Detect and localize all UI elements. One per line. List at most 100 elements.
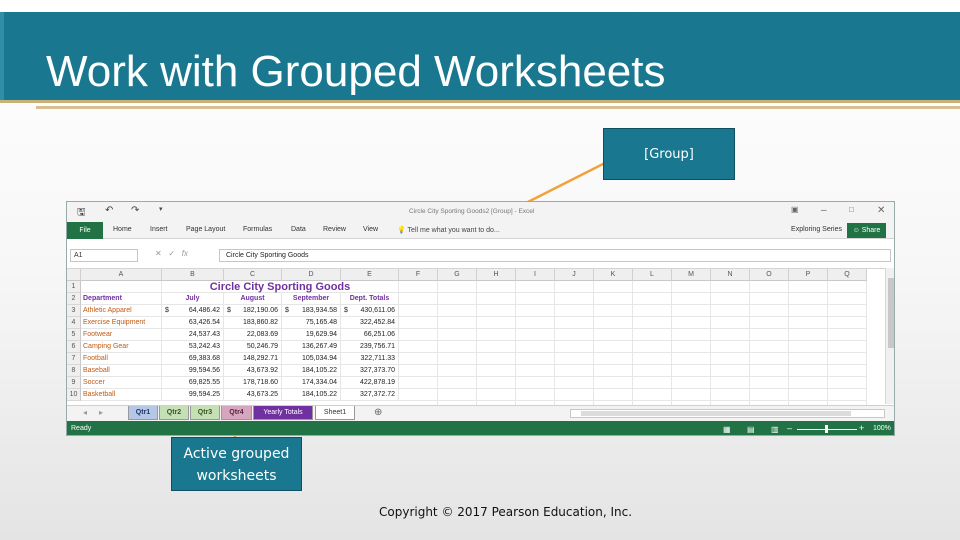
column-header[interactable]: O xyxy=(750,269,789,281)
empty-cell[interactable] xyxy=(516,341,555,353)
value-cell[interactable]: 105,034.94 xyxy=(282,353,341,365)
row-header[interactable]: 2 xyxy=(67,293,81,305)
empty-cell[interactable] xyxy=(555,317,594,329)
empty-cell[interactable] xyxy=(711,365,750,377)
row-header[interactable]: 10 xyxy=(67,389,81,401)
cell[interactable] xyxy=(81,281,162,293)
ribbon-options-icon[interactable]: ▣ xyxy=(791,205,799,214)
value-cell[interactable]: 99,594.25 xyxy=(162,389,224,401)
zoom-out-icon[interactable]: – xyxy=(787,423,792,433)
empty-cell[interactable] xyxy=(516,377,555,389)
empty-cell[interactable] xyxy=(555,341,594,353)
empty-cell[interactable] xyxy=(594,281,633,293)
empty-cell[interactable] xyxy=(594,317,633,329)
empty-cell[interactable] xyxy=(750,389,789,401)
empty-cell[interactable] xyxy=(750,293,789,305)
vertical-scroll-thumb[interactable] xyxy=(888,278,894,348)
empty-cell[interactable] xyxy=(750,341,789,353)
empty-cell[interactable] xyxy=(555,329,594,341)
department-cell[interactable]: Camping Gear xyxy=(81,341,162,353)
empty-cell[interactable] xyxy=(399,365,438,377)
value-cell[interactable]: 184,105.22 xyxy=(282,389,341,401)
empty-cell[interactable] xyxy=(750,281,789,293)
empty-cell[interactable] xyxy=(477,305,516,317)
value-cell[interactable]: 22,083.69 xyxy=(224,329,282,341)
column-header[interactable]: G xyxy=(438,269,477,281)
value-cell[interactable]: 327,372.72 xyxy=(341,389,399,401)
empty-cell[interactable] xyxy=(399,293,438,305)
sheet-tab[interactable]: Yearly Totals xyxy=(253,406,313,420)
empty-cell[interactable] xyxy=(399,389,438,401)
empty-cell[interactable] xyxy=(672,293,711,305)
column-heading-cell[interactable]: Department xyxy=(81,293,162,305)
tab-insert[interactable]: Insert xyxy=(150,226,168,233)
sheet-tab[interactable]: Qtr2 xyxy=(159,406,189,420)
horizontal-scrollbar[interactable] xyxy=(570,409,885,418)
enter-icon[interactable]: ✓ xyxy=(168,249,175,258)
empty-cell[interactable] xyxy=(633,365,672,377)
column-header[interactable]: D xyxy=(282,269,341,281)
empty-cell[interactable] xyxy=(633,293,672,305)
value-cell[interactable]: $183,934.58 xyxy=(282,305,341,317)
column-header[interactable]: Q xyxy=(828,269,867,281)
value-cell[interactable]: 75,165.48 xyxy=(282,317,341,329)
empty-cell[interactable] xyxy=(750,353,789,365)
tab-home[interactable]: Home xyxy=(113,226,132,233)
empty-cell[interactable] xyxy=(672,281,711,293)
empty-cell[interactable] xyxy=(477,293,516,305)
empty-cell[interactable] xyxy=(594,377,633,389)
empty-cell[interactable] xyxy=(672,341,711,353)
empty-cell[interactable] xyxy=(750,377,789,389)
column-header[interactable]: J xyxy=(555,269,594,281)
empty-cell[interactable] xyxy=(789,353,828,365)
empty-cell[interactable] xyxy=(399,377,438,389)
empty-cell[interactable] xyxy=(633,389,672,401)
empty-cell[interactable] xyxy=(672,365,711,377)
empty-cell[interactable] xyxy=(633,305,672,317)
prev-sheet-icon[interactable]: ◂ xyxy=(83,408,87,417)
value-cell[interactable]: $64,486.42 xyxy=(162,305,224,317)
empty-cell[interactable] xyxy=(516,281,555,293)
empty-cell[interactable] xyxy=(711,281,750,293)
empty-cell[interactable] xyxy=(828,365,867,377)
tab-review[interactable]: Review xyxy=(323,226,346,233)
empty-cell[interactable] xyxy=(789,377,828,389)
value-cell[interactable]: 53,242.43 xyxy=(162,341,224,353)
empty-cell[interactable] xyxy=(711,329,750,341)
empty-cell[interactable] xyxy=(555,353,594,365)
value-cell[interactable]: 239,756.71 xyxy=(341,341,399,353)
tell-me-box[interactable]: 💡 Tell me what you want to do... xyxy=(397,226,500,234)
empty-cell[interactable] xyxy=(477,389,516,401)
value-cell[interactable]: 136,267.49 xyxy=(282,341,341,353)
empty-cell[interactable] xyxy=(438,353,477,365)
cancel-icon[interactable]: ✕ xyxy=(155,249,162,258)
empty-cell[interactable] xyxy=(516,305,555,317)
empty-cell[interactable] xyxy=(633,341,672,353)
row-header[interactable]: 5 xyxy=(67,329,81,341)
department-cell[interactable]: Football xyxy=(81,353,162,365)
column-header[interactable]: I xyxy=(516,269,555,281)
value-cell[interactable]: 43,673.92 xyxy=(224,365,282,377)
empty-cell[interactable] xyxy=(438,329,477,341)
value-cell[interactable]: 69,383.68 xyxy=(162,353,224,365)
empty-cell[interactable] xyxy=(672,353,711,365)
column-header[interactable]: P xyxy=(789,269,828,281)
empty-cell[interactable] xyxy=(477,281,516,293)
value-cell[interactable]: $430,611.06 xyxy=(341,305,399,317)
vertical-scrollbar[interactable] xyxy=(885,268,894,404)
column-header[interactable]: A xyxy=(81,269,162,281)
empty-cell[interactable] xyxy=(633,377,672,389)
empty-cell[interactable] xyxy=(672,389,711,401)
tab-formulas[interactable]: Formulas xyxy=(243,226,272,233)
row-header[interactable]: 8 xyxy=(67,365,81,377)
empty-cell[interactable] xyxy=(516,389,555,401)
empty-cell[interactable] xyxy=(516,353,555,365)
empty-cell[interactable] xyxy=(555,293,594,305)
empty-cell[interactable] xyxy=(828,389,867,401)
worksheet-grid[interactable]: A B C D E F G H I J K L M N O P Q 1 2 3 4 5 6 7 8 9 10 Circle City … xyxy=(67,268,885,413)
tab-view[interactable]: View xyxy=(363,226,378,233)
empty-cell[interactable] xyxy=(789,317,828,329)
department-cell[interactable]: Exercise Equipment xyxy=(81,317,162,329)
empty-cell[interactable] xyxy=(750,317,789,329)
tab-file[interactable]: File xyxy=(67,222,103,239)
